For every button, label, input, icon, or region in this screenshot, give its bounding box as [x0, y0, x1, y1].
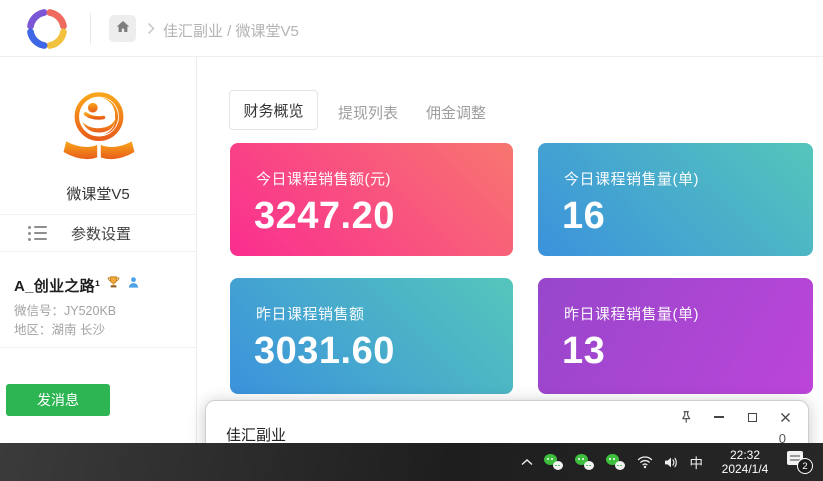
- send-message-button[interactable]: 发消息: [6, 384, 110, 416]
- stat-card-value: 3247.20: [254, 195, 395, 238]
- close-icon[interactable]: [776, 408, 794, 426]
- stat-card-value: 3031.60: [254, 330, 395, 373]
- user-region: 地区：湖南 长沙: [14, 319, 105, 338]
- minimize-icon[interactable]: [710, 408, 728, 426]
- window-title: 佳汇副业: [226, 424, 286, 445]
- home-icon: [116, 20, 130, 38]
- wifi-icon[interactable]: [637, 455, 653, 469]
- stat-card-value: 13: [562, 330, 605, 373]
- top-header: 佳汇副业 / 微课堂V5: [0, 0, 823, 57]
- chevron-right-icon: [147, 22, 155, 40]
- app-name: 微课堂V5: [0, 183, 196, 204]
- user-wechat-id: 微信号：JY520KB: [14, 300, 116, 319]
- sidebar-item-settings[interactable]: 参数设置: [0, 214, 196, 252]
- stat-card-value: 16: [562, 195, 605, 238]
- app-logo: [59, 90, 139, 168]
- taskbar-clock[interactable]: 22:32 2024/1/4: [714, 448, 776, 476]
- list-settings-icon: [28, 226, 47, 241]
- swirl-logo-icon[interactable]: [22, 4, 72, 54]
- system-tray: 中 22:32 2024/1/4 2: [521, 448, 814, 476]
- user-name: A_创业之路¹: [14, 275, 100, 296]
- stat-card-label: 昨日课程销售量(单): [564, 303, 699, 324]
- sidebar-item-label: 参数设置: [71, 223, 131, 244]
- wechat-icon[interactable]: [544, 454, 564, 470]
- tab-commission-adjust[interactable]: 佣金调整: [426, 102, 486, 123]
- stat-card-label: 昨日课程销售额: [256, 303, 365, 324]
- notification-badge: 2: [797, 458, 813, 474]
- stat-card-label: 今日课程销售量(单): [564, 168, 699, 189]
- sidebar-divider: [0, 347, 196, 348]
- trophy-icon: [106, 275, 121, 295]
- notification-icon[interactable]: 2: [787, 450, 813, 474]
- taskbar-time: 22:32: [714, 448, 776, 462]
- home-button[interactable]: [109, 15, 136, 42]
- ime-indicator[interactable]: 中: [690, 452, 704, 472]
- stat-card-today-sales-count: 今日课程销售量(单) 16: [538, 143, 813, 256]
- tab-withdraw-list[interactable]: 提现列表: [338, 102, 398, 123]
- stat-card-today-sales-amount: 今日课程销售额(元) 3247.20: [230, 143, 513, 256]
- stat-card-yesterday-sales-amount: 昨日课程销售额 3031.60: [230, 278, 513, 394]
- wechat-icon[interactable]: [606, 454, 626, 470]
- stat-card-yesterday-sales-count: 昨日课程销售量(单) 13: [538, 278, 813, 394]
- maximize-icon[interactable]: [743, 408, 761, 426]
- taskbar-date: 2024/1/4: [714, 462, 776, 476]
- wechat-icon[interactable]: [575, 454, 595, 470]
- stat-card-label: 今日课程销售额(元): [256, 168, 391, 189]
- header-divider: [90, 13, 91, 44]
- breadcrumb[interactable]: 佳汇副业 / 微课堂V5: [163, 20, 299, 41]
- person-icon[interactable]: [127, 276, 140, 294]
- window-controls: [677, 408, 794, 426]
- taskbar: 中 22:32 2024/1/4 2: [0, 443, 823, 481]
- user-name-row: A_创业之路¹: [14, 275, 140, 295]
- volume-icon[interactable]: [664, 456, 679, 469]
- chevron-up-icon[interactable]: [521, 459, 533, 466]
- tab-finance-overview[interactable]: 财务概览: [229, 90, 318, 130]
- sidebar: 微课堂V5 参数设置 A_创业之路¹: [0, 57, 197, 443]
- pin-icon[interactable]: [677, 408, 695, 426]
- screen: 佳汇副业 / 微课堂V5 微课堂V5: [0, 0, 823, 481]
